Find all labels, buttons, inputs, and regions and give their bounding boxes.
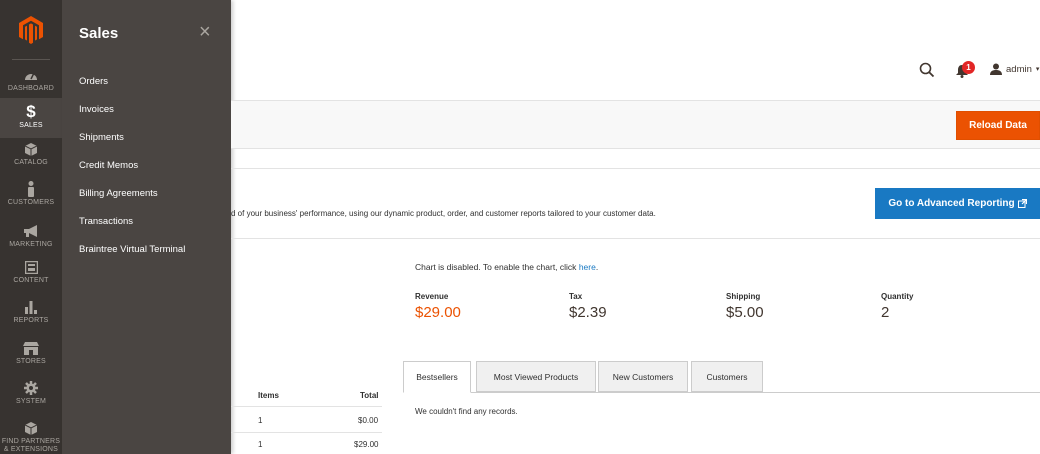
user-icon <box>990 63 1002 75</box>
sales-flyout-menu: Sales × Orders Invoices Shipments Credit… <box>62 0 231 454</box>
menu-item-credit-memos[interactable]: Credit Memos <box>79 160 138 171</box>
metric-shipping: Shipping $5.00 <box>726 292 764 321</box>
magento-logo-icon <box>19 16 43 44</box>
sidebar-item-reports[interactable]: REPORTS <box>0 298 62 336</box>
divider <box>231 238 1040 239</box>
dollar-icon: $ <box>26 102 36 121</box>
sidebar-item-label: FIND PARTNERS <box>1 438 61 445</box>
admin-username: admin <box>1006 63 1032 75</box>
menu-item-billing-agreements[interactable]: Billing Agreements <box>79 188 158 199</box>
column-header-total: Total <box>360 391 379 400</box>
search-icon[interactable] <box>919 62 935 78</box>
metric-quantity: Quantity 2 <box>881 292 913 321</box>
sidebar-item-find-partners[interactable]: FIND PARTNERS & EXTENSIONS <box>0 419 62 454</box>
sidebar-item-label: CUSTOMERS <box>7 199 55 206</box>
sidebar-item-system[interactable]: SYSTEM <box>0 379 62 417</box>
chart-message-text: Chart is disabled. To enable the chart, … <box>415 262 577 272</box>
page-actions-bar <box>231 100 1040 149</box>
partners-box-icon <box>25 419 37 437</box>
sidebar-item-content[interactable]: CONTENT <box>0 258 62 296</box>
system-gear-icon <box>24 379 38 397</box>
metric-value: $2.39 <box>569 304 607 321</box>
reload-data-button[interactable]: Reload Data <box>956 111 1040 140</box>
metric-label: Quantity <box>881 292 914 301</box>
dashboard-gauge-icon <box>24 66 38 84</box>
sidebar-item-label: CONTENT <box>13 277 49 284</box>
tabs-baseline <box>403 392 1040 393</box>
metric-revenue: Revenue $29.00 <box>415 292 461 321</box>
table-cell-items: 1 <box>258 440 263 449</box>
metric-value: 2 <box>881 304 890 321</box>
menu-item-orders[interactable]: Orders <box>79 76 108 87</box>
content-layout-icon <box>24 258 38 276</box>
menu-item-shipments[interactable]: Shipments <box>79 132 124 143</box>
sidebar-item-label: & EXTENSIONS <box>3 446 59 453</box>
tab-most-viewed-products[interactable]: Most Viewed Products <box>476 361 596 392</box>
table-row-divider <box>231 432 382 433</box>
metric-label: Revenue <box>415 292 449 301</box>
sidebar-item-marketing[interactable]: MARKETING <box>0 222 62 260</box>
catalog-box-icon <box>25 140 37 158</box>
sidebar-item-stores[interactable]: STORES <box>0 339 62 377</box>
divider <box>231 168 1040 169</box>
table-row-divider <box>231 406 382 407</box>
stores-shop-icon <box>23 339 39 357</box>
menu-item-transactions[interactable]: Transactions <box>79 216 133 227</box>
close-icon[interactable]: × <box>199 22 211 42</box>
chart-disabled-message: Chart is disabled. To enable the chart, … <box>415 262 598 272</box>
notification-count-badge: 1 <box>962 61 975 74</box>
sidebar-item-label: SALES <box>19 122 43 129</box>
tab-bestsellers[interactable]: Bestsellers <box>403 361 471 393</box>
metric-value: $29.00 <box>415 304 461 321</box>
logo-divider <box>12 59 50 60</box>
metric-value: $5.00 <box>726 304 764 321</box>
column-header-items: Items <box>258 391 279 400</box>
menu-item-invoices[interactable]: Invoices <box>79 104 114 115</box>
admin-user-menu[interactable]: admin ▾ <box>990 63 1039 75</box>
customers-person-icon <box>26 180 36 198</box>
menu-item-braintree-virtual-terminal[interactable]: Braintree Virtual Terminal <box>79 244 185 255</box>
table-cell-total: $0.00 <box>358 416 379 425</box>
sidebar-item-sales[interactable]: $ SALES <box>0 98 62 138</box>
enable-chart-link[interactable]: here <box>579 262 596 272</box>
sidebar-item-label: REPORTS <box>13 317 49 324</box>
sidebar-item-label: MARKETING <box>9 241 53 248</box>
button-label: Go to Advanced Reporting <box>888 198 1015 209</box>
marketing-megaphone-icon <box>23 222 39 240</box>
external-link-icon <box>1017 199 1027 208</box>
table-cell-total: $29.00 <box>354 440 379 449</box>
sidebar-item-catalog[interactable]: CATALOG <box>0 140 62 178</box>
flyout-title: Sales <box>79 25 119 42</box>
sidebar-item-label: CATALOG <box>14 159 48 166</box>
notifications-button[interactable]: 1 <box>955 61 977 79</box>
advanced-reporting-description: d of your business' performance, using o… <box>231 209 656 218</box>
chevron-down-icon: ▾ <box>1035 66 1040 73</box>
tab-customers[interactable]: Customers <box>691 361 763 392</box>
metric-label: Tax <box>569 292 583 301</box>
sidebar-item-label: DASHBOARD <box>7 85 55 92</box>
go-to-advanced-reporting-button[interactable]: Go to Advanced Reporting <box>875 188 1040 219</box>
magento-logo[interactable] <box>0 0 62 60</box>
metric-tax: Tax $2.39 <box>569 292 607 321</box>
sidebar-item-label: STORES <box>16 358 46 365</box>
table-cell-items: 1 <box>258 416 263 425</box>
sidebar-item-label: SYSTEM <box>16 398 46 405</box>
tab-new-customers[interactable]: New Customers <box>598 361 688 392</box>
chart-message-period: . <box>595 262 599 272</box>
reports-bars-icon <box>24 298 38 316</box>
sidebar-item-customers[interactable]: CUSTOMERS <box>0 180 62 218</box>
metric-label: Shipping <box>726 292 761 301</box>
admin-sidebar: DASHBOARD $ SALES CATALOG CUSTOMERS MARK… <box>0 0 62 454</box>
no-records-message: We couldn't find any records. <box>415 407 518 416</box>
